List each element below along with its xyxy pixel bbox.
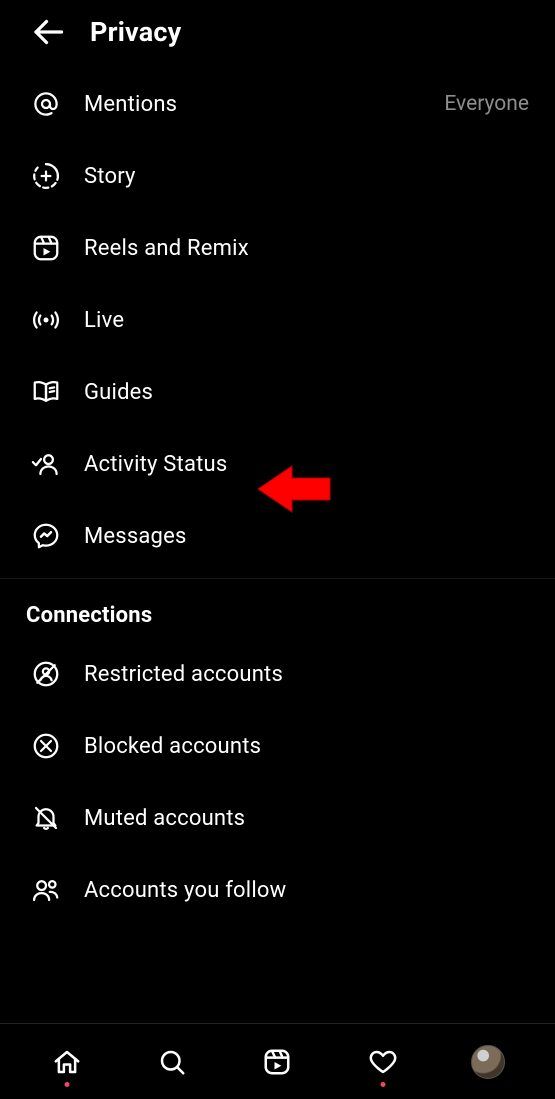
row-label: Messages <box>84 524 187 549</box>
row-guides[interactable]: Guides <box>0 356 555 428</box>
header: Privacy <box>0 0 555 68</box>
row-blocked-accounts[interactable]: Blocked accounts <box>0 710 555 782</box>
nav-profile[interactable] <box>467 1041 509 1083</box>
row-mentions[interactable]: Mentions Everyone <box>0 68 555 140</box>
search-icon <box>157 1047 187 1077</box>
row-reels[interactable]: Reels and Remix <box>0 212 555 284</box>
messenger-icon <box>30 520 62 552</box>
muted-bell-icon <box>30 802 62 834</box>
row-accounts-you-follow[interactable]: Accounts you follow <box>0 854 555 926</box>
page-title: Privacy <box>90 16 181 48</box>
heart-icon <box>368 1047 398 1077</box>
bottom-nav <box>0 1023 555 1099</box>
row-story[interactable]: Story <box>0 140 555 212</box>
activity-status-icon <box>30 448 62 480</box>
row-label: Activity Status <box>84 452 227 477</box>
blocked-icon <box>30 730 62 762</box>
annotation-arrow-icon <box>256 460 334 518</box>
row-label: Reels and Remix <box>84 236 249 261</box>
row-muted-accounts[interactable]: Muted accounts <box>0 782 555 854</box>
section-title-connections: Connections <box>0 581 555 638</box>
at-sign-icon <box>30 88 62 120</box>
section-divider <box>0 578 555 579</box>
guides-book-icon <box>30 376 62 408</box>
row-label: Restricted accounts <box>84 662 283 687</box>
story-add-icon <box>30 160 62 192</box>
row-restricted-accounts[interactable]: Restricted accounts <box>0 638 555 710</box>
restricted-icon <box>30 658 62 690</box>
row-label: Guides <box>84 380 153 405</box>
people-icon <box>30 874 62 906</box>
row-label: Muted accounts <box>84 806 245 831</box>
home-icon <box>52 1047 82 1077</box>
row-value: Everyone <box>444 92 529 116</box>
row-label: Accounts you follow <box>84 878 286 903</box>
nav-reels[interactable] <box>256 1041 298 1083</box>
notification-dot-icon <box>64 1082 69 1087</box>
reels-icon <box>262 1047 292 1077</box>
row-label: Blocked accounts <box>84 734 261 759</box>
reels-icon <box>30 232 62 264</box>
nav-search[interactable] <box>151 1041 193 1083</box>
back-arrow-icon[interactable] <box>30 14 66 50</box>
row-label: Live <box>84 308 124 333</box>
row-label: Mentions <box>84 92 177 117</box>
content: Mentions Everyone Story Reels and Remix <box>0 68 555 1023</box>
live-broadcast-icon <box>30 304 62 336</box>
nav-activity[interactable] <box>362 1041 404 1083</box>
notification-dot-icon <box>380 1082 385 1087</box>
profile-avatar-icon <box>471 1045 505 1079</box>
row-live[interactable]: Live <box>0 284 555 356</box>
row-label: Story <box>84 164 136 189</box>
nav-home[interactable] <box>46 1041 88 1083</box>
